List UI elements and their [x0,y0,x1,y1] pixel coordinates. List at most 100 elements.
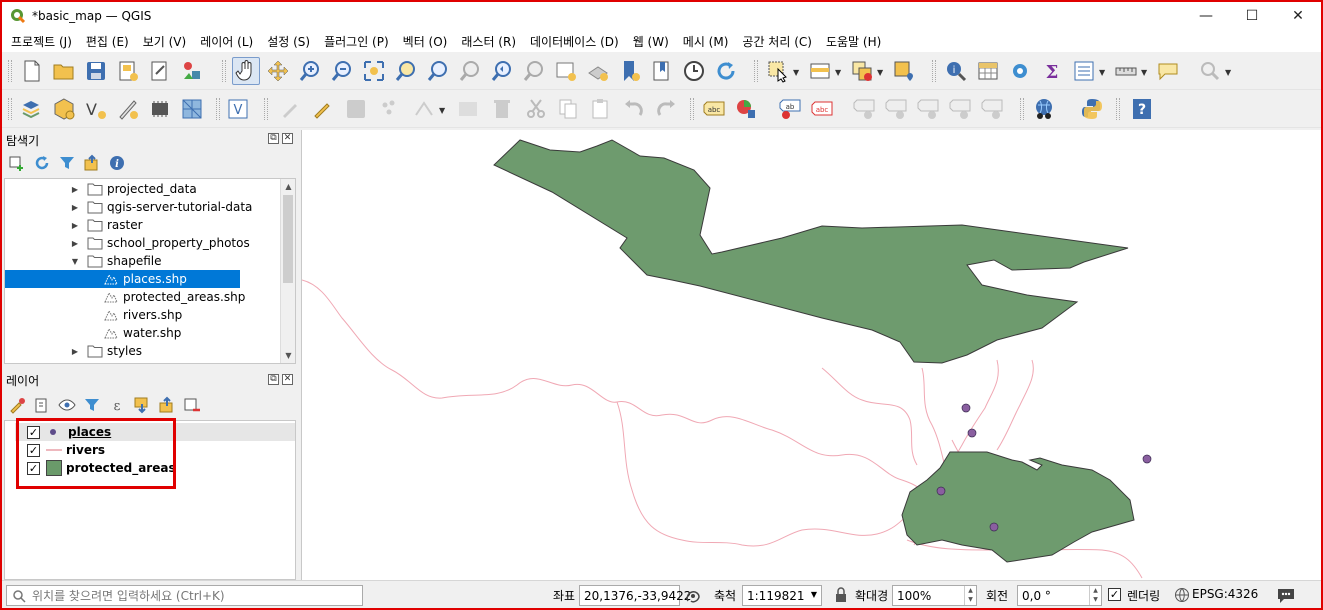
layer-visibility-checkbox[interactable]: ✓ [27,443,40,457]
current-edits-icon[interactable] [276,95,304,123]
python-console-icon[interactable] [1078,95,1106,123]
layout-manager-icon[interactable] [146,57,174,85]
browser-tree[interactable]: ▶ projected_data ▶ qgis-server-tutorial-… [4,178,296,364]
redo-icon[interactable] [652,95,680,123]
new-geopackage-layer-icon[interactable] [50,95,78,123]
scrollbar-thumb[interactable] [283,195,293,283]
settings-icon[interactable] [1006,57,1034,85]
toolbar-grip[interactable] [222,60,226,82]
new-virtual-layer-icon[interactable] [146,95,174,123]
info-icon[interactable]: i [106,152,128,174]
menu-project[interactable]: 프로젝트 (J) [11,33,72,50]
chevron-down-icon[interactable]: ▼ [1225,68,1231,77]
spin-arrows-icon[interactable]: ▲ ▼ [964,586,976,605]
toggle-editing-icon[interactable] [308,95,336,123]
remove-layer-icon[interactable] [181,394,203,416]
menu-raster[interactable]: 래스터 (R) [461,33,516,50]
cut-features-icon[interactable] [522,95,550,123]
filter-legend-icon[interactable] [81,394,103,416]
new-project-icon[interactable] [18,57,46,85]
toggle-extents-icon[interactable] [684,587,702,605]
menu-mesh[interactable]: 메시 (M) [683,33,729,50]
open-project-icon[interactable] [50,57,78,85]
modify-attributes-icon[interactable] [454,95,482,123]
layer-item-rivers[interactable]: ✓ rivers [27,441,105,459]
menu-help[interactable]: 도움말 (H) [826,33,881,50]
expand-arrow-icon[interactable]: ▶ [70,221,80,230]
toolbar-grip[interactable] [216,98,220,120]
show-hide-labels-icon[interactable] [850,95,878,123]
filter-icon[interactable] [56,152,78,174]
crs-button[interactable]: EPSG:4326 [1192,587,1258,601]
zoom-to-selection-icon[interactable] [392,57,420,85]
collapse-arrow-icon[interactable]: ▼ [70,257,80,266]
paste-features-icon[interactable] [586,95,614,123]
layer-labeling-options-icon[interactable]: abc [700,95,728,123]
float-panel-icon[interactable]: ⧉ [268,133,279,144]
rotate-label-icon[interactable] [914,95,942,123]
add-group-icon[interactable] [31,394,53,416]
pin-unpin-labels-icon[interactable]: ab [776,95,804,123]
expand-arrow-icon[interactable]: ▶ [70,203,80,212]
menu-edit[interactable]: 편집 (E) [86,33,129,50]
new-3d-map-icon[interactable] [584,57,612,85]
new-map-view-icon[interactable] [552,57,580,85]
collapse-all-icon[interactable] [156,394,178,416]
menu-database[interactable]: 데이터베이스 (D) [530,33,619,50]
zoom-full-icon[interactable] [360,57,388,85]
zoom-in-icon[interactable] [296,57,324,85]
manage-visibility-eye-icon[interactable] [56,394,78,416]
toolbar-grip[interactable] [8,98,12,120]
select-by-value-icon[interactable] [806,57,834,85]
digitize-with-segment-icon[interactable]: V [224,95,252,123]
statistics-sum-icon[interactable]: Σ [1038,57,1066,85]
open-field-calculator-icon[interactable] [1070,57,1098,85]
layer-diagram-options-icon[interactable] [732,95,760,123]
layer-item-protected-areas[interactable]: ✓ protected_areas [27,459,176,477]
tree-item-folder[interactable]: ▶ projected_data [5,180,281,198]
zoom-to-layer-icon[interactable] [424,57,452,85]
menu-web[interactable]: 웹 (W) [633,33,669,50]
help-contents-icon[interactable]: ? [1128,95,1156,123]
browser-scrollbar[interactable]: ▲ ▼ [280,179,295,363]
chevron-down-icon[interactable]: ▼ [439,106,445,115]
coordinate-field[interactable]: 20,1376,-33,9422 [579,585,691,606]
new-shapefile-layer-icon[interactable]: V [82,95,110,123]
filter-by-expression-icon[interactable]: ε [106,394,128,416]
layers-tree[interactable]: ✓ places ✓ rivers ✓ protected_areas [4,420,296,580]
expand-arrow-icon[interactable]: ▶ [70,239,80,248]
select-by-location-icon[interactable] [890,57,918,85]
identify-features-icon[interactable]: i [942,57,970,85]
move-label-icon[interactable] [882,95,910,123]
zoom-out-icon[interactable] [328,57,356,85]
map-tips-icon[interactable] [1154,57,1182,85]
expand-all-icon[interactable] [131,394,153,416]
layer-visibility-checkbox[interactable]: ✓ [27,461,40,475]
close-panel-icon[interactable]: ✕ [282,374,293,385]
pan-to-selection-icon[interactable] [264,57,292,85]
copy-features-icon[interactable] [554,95,582,123]
locator-search-input[interactable]: 위치를 찾으려면 입력하세요 (Ctrl+K) [6,585,363,606]
scroll-up-icon[interactable]: ▲ [281,179,295,194]
menu-plugins[interactable]: 플러그인 (P) [324,33,389,50]
expand-arrow-icon[interactable]: ▶ [70,185,80,194]
save-edits-icon[interactable] [342,95,370,123]
scale-combobox[interactable]: 1:119821 ▼ [742,585,822,606]
map-canvas[interactable] [301,130,1321,580]
collapse-all-icon[interactable] [81,152,103,174]
measure-line-icon[interactable] [1112,57,1140,85]
tree-item-folder[interactable]: ▶ school_property_photos [5,234,281,252]
map-render[interactable] [301,130,1322,580]
layer-visibility-checkbox[interactable]: ✓ [27,425,40,439]
locator-search-icon[interactable] [1196,57,1224,85]
chevron-down-icon[interactable]: ▼ [1099,68,1105,77]
tree-item-shapefile[interactable]: protected_areas.shp [5,288,281,306]
refresh-icon[interactable] [712,57,740,85]
globe-binoculars-icon[interactable] [1030,95,1058,123]
data-source-manager-icon[interactable] [18,95,46,123]
lock-scale-icon[interactable] [834,587,848,603]
delete-selected-icon[interactable] [488,95,516,123]
open-layer-styling-icon[interactable] [6,394,28,416]
undo-icon[interactable] [620,95,648,123]
render-checkbox[interactable]: ✓ [1108,588,1121,601]
